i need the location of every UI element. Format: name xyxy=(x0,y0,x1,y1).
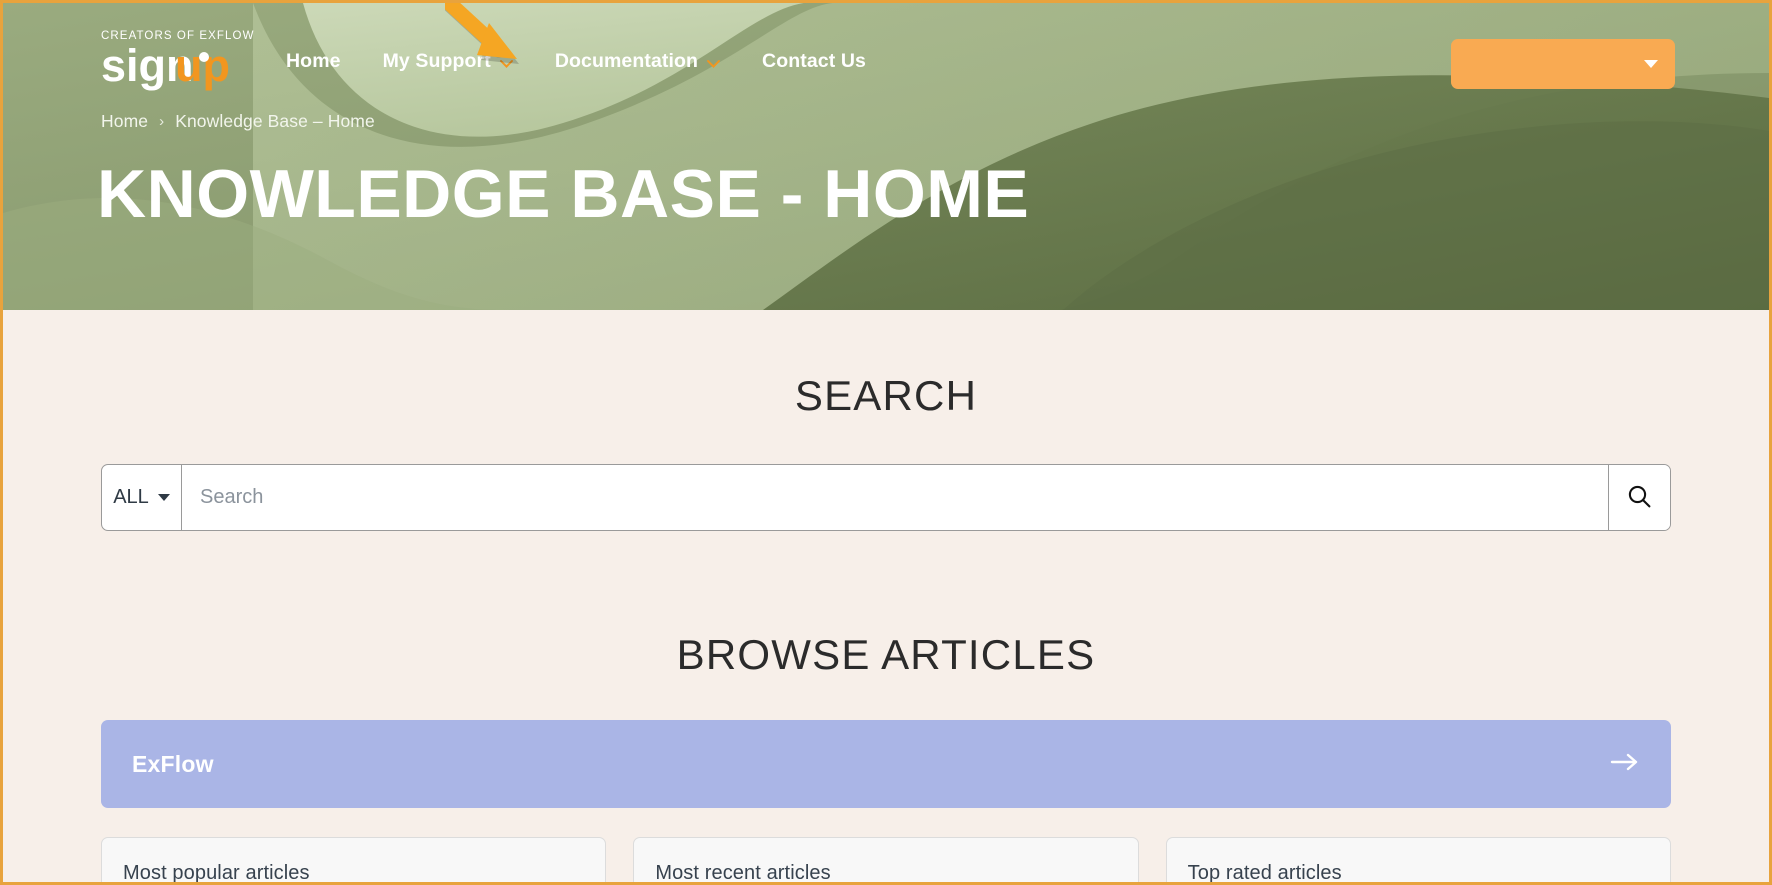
search-heading: SEARCH xyxy=(794,372,978,419)
arrow-right-icon xyxy=(1610,752,1640,777)
breadcrumb: Home › Knowledge Base – Home xyxy=(101,111,375,132)
site-logo[interactable]: CREATORS OF EXFLOW sign up xyxy=(101,30,255,91)
search-bar: ALL xyxy=(101,464,1671,531)
search-input[interactable] xyxy=(182,465,1608,530)
article-list-most-recent[interactable]: Most recent articles xyxy=(633,837,1139,884)
logo-kicker: CREATORS OF EXFLOW xyxy=(101,30,255,42)
chevron-down-icon xyxy=(707,59,720,68)
logo-wordmark: sign up xyxy=(101,43,255,91)
breadcrumb-separator: › xyxy=(159,113,165,130)
article-lists-row: Most popular articles Most recent articl… xyxy=(101,837,1671,884)
chevron-down-icon xyxy=(499,59,513,68)
category-card-label: ExFlow xyxy=(132,750,214,777)
nav-item-documentation[interactable]: Documentation xyxy=(555,50,720,73)
svg-text:up: up xyxy=(175,43,230,91)
nav-label: Home xyxy=(286,50,341,72)
breadcrumb-item-knowledge-base[interactable]: Knowledge Base – Home xyxy=(175,111,375,132)
article-list-title: Most popular articles xyxy=(123,862,310,884)
nav-label: My Support xyxy=(382,50,491,72)
signup-wordmark-icon: sign up xyxy=(101,43,230,91)
account-menu-label xyxy=(1473,57,1636,72)
nav-item-my-support[interactable]: My Support xyxy=(383,50,513,73)
search-submit-button[interactable] xyxy=(1608,465,1670,530)
main-content: SEARCH ALL BROWSE ARTICLES ExFlow xyxy=(3,372,1769,884)
breadcrumb-item-home[interactable]: Home xyxy=(101,111,148,132)
category-card-exflow[interactable]: ExFlow xyxy=(101,720,1671,808)
search-icon xyxy=(1627,484,1652,512)
search-scope-label: ALL xyxy=(113,486,149,508)
main-navigation: Home My Support Documentation Contact Us xyxy=(286,50,866,73)
article-list-most-popular[interactable]: Most popular articles xyxy=(101,837,607,884)
nav-item-contact-us[interactable]: Contact Us xyxy=(762,50,866,73)
page-title: KNOWLEDGE BASE - HOME xyxy=(97,156,1030,232)
article-list-top-rated[interactable]: Top rated articles xyxy=(1165,837,1671,884)
nav-label: Contact Us xyxy=(762,50,866,72)
article-list-title: Top rated articles xyxy=(1187,862,1342,884)
nav-label: Documentation xyxy=(554,50,699,72)
nav-item-home[interactable]: Home xyxy=(286,50,341,73)
account-menu-button[interactable] xyxy=(1451,39,1675,89)
site-header: CREATORS OF EXFLOW sign up Home My Suppo… xyxy=(3,3,1769,310)
caret-down-icon xyxy=(157,494,170,501)
article-list-title: Most recent articles xyxy=(655,862,831,884)
search-scope-dropdown[interactable]: ALL xyxy=(102,465,182,530)
browse-heading: BROWSE ARTICLES xyxy=(676,631,1096,678)
page-root: CREATORS OF EXFLOW sign up Home My Suppo… xyxy=(0,0,1772,885)
caret-down-icon xyxy=(1644,60,1658,68)
